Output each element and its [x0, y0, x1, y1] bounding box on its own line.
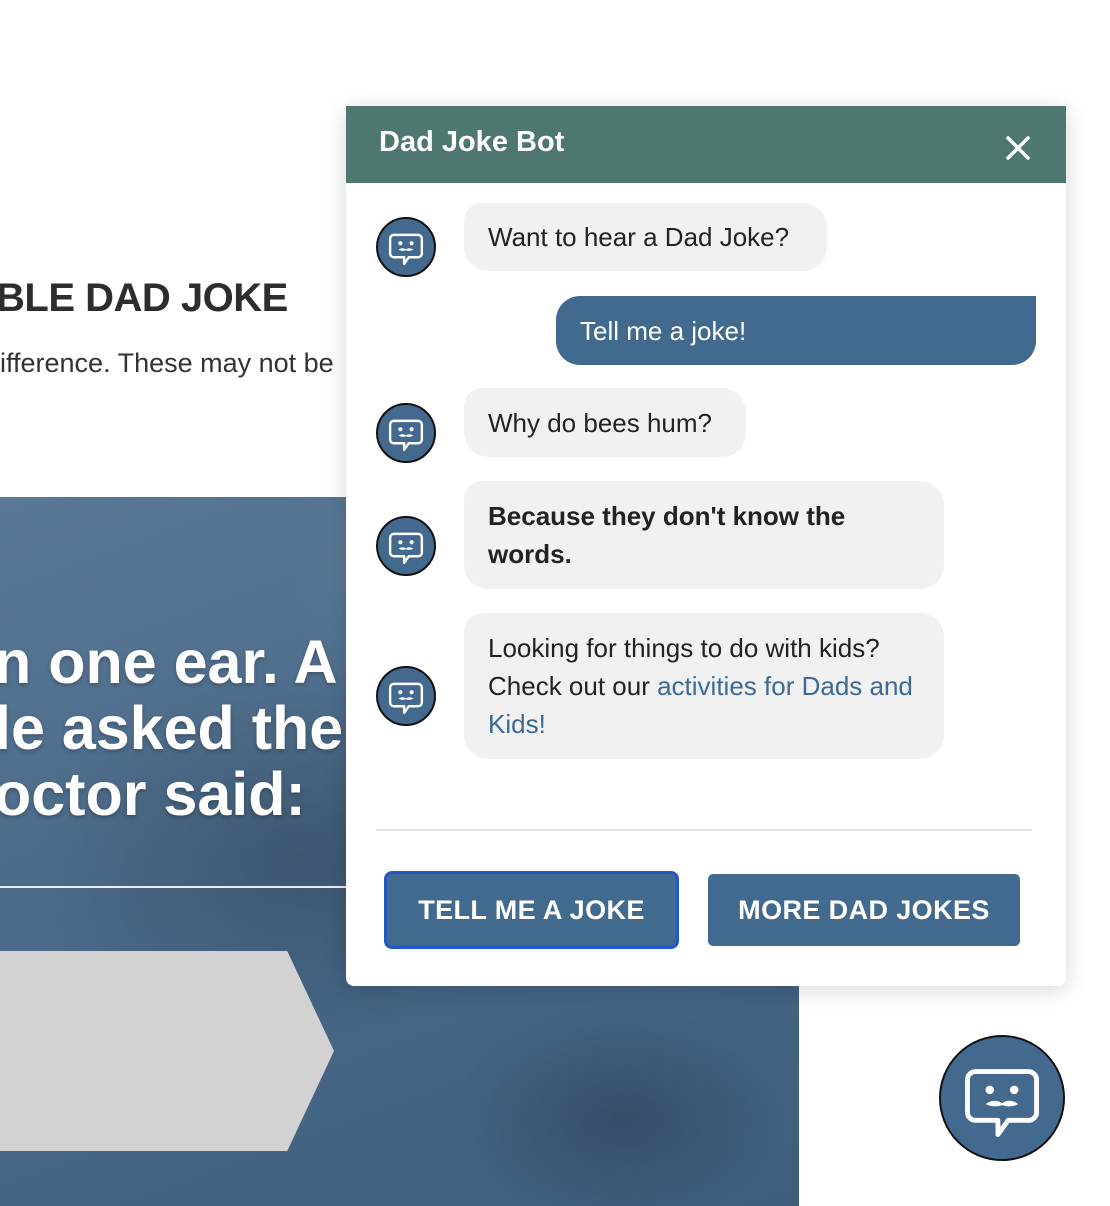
bot-message: Want to hear a Dad Joke? [464, 203, 827, 271]
chat-bot-mustache-icon [388, 682, 424, 715]
chat-bot-mustache-icon [964, 1069, 1040, 1138]
bot-avatar [376, 217, 436, 277]
hero-line-3: octor said: [0, 760, 306, 828]
hero-arrow-shape [0, 951, 334, 1151]
bot-avatar [376, 666, 436, 726]
chat-panel: Dad Joke Bot Want to hear a Dad Joke? Te… [346, 106, 1066, 986]
hero-joke-text: n one ear. A h le asked the octor said: [0, 629, 389, 827]
hero-line-2: le asked the [0, 694, 344, 762]
chat-bot-mustache-icon [388, 233, 424, 266]
more-dad-jokes-button[interactable]: MORE DAD JOKES [708, 874, 1020, 946]
bot-message-with-link: Looking for things to do with kids? Chec… [464, 613, 944, 759]
close-icon [1006, 136, 1030, 160]
bot-avatar [376, 516, 436, 576]
chat-launcher-button[interactable] [939, 1035, 1065, 1161]
bot-message: Why do bees hum? [464, 388, 746, 457]
chat-title: Dad Joke Bot [379, 126, 565, 158]
page-intro: ifference. These may not be [0, 348, 334, 378]
chat-bot-mustache-icon [388, 419, 424, 452]
page-heading: BLE DAD JOKE [0, 276, 288, 320]
hero-line-1: n one ear. A h [0, 628, 390, 696]
bot-punchline-message: Because they don't know the words. [464, 481, 944, 589]
chat-divider [376, 829, 1032, 831]
close-button[interactable] [998, 128, 1038, 168]
bot-avatar [376, 403, 436, 463]
chat-bot-mustache-icon [388, 532, 424, 565]
user-message: Tell me a joke! [556, 296, 1036, 365]
chat-header: Dad Joke Bot [346, 106, 1066, 183]
hero-divider [0, 886, 346, 888]
tell-me-a-joke-button[interactable]: TELL ME A JOKE [387, 874, 676, 946]
